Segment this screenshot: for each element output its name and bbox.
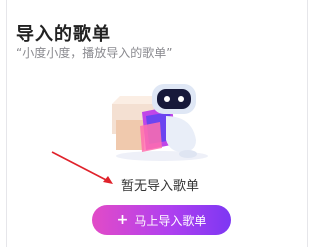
voice-hint: “小度小度，播放导入的歌单” [16,46,173,60]
import-playlist-button[interactable]: + 马上导入歌单 [92,205,231,235]
import-playlist-label: 马上导入歌单 [134,213,207,228]
empty-state-message: 暂无导入歌单 [120,179,199,194]
plus-icon: + [116,212,129,228]
page-title: 导入的歌单 [16,24,111,45]
